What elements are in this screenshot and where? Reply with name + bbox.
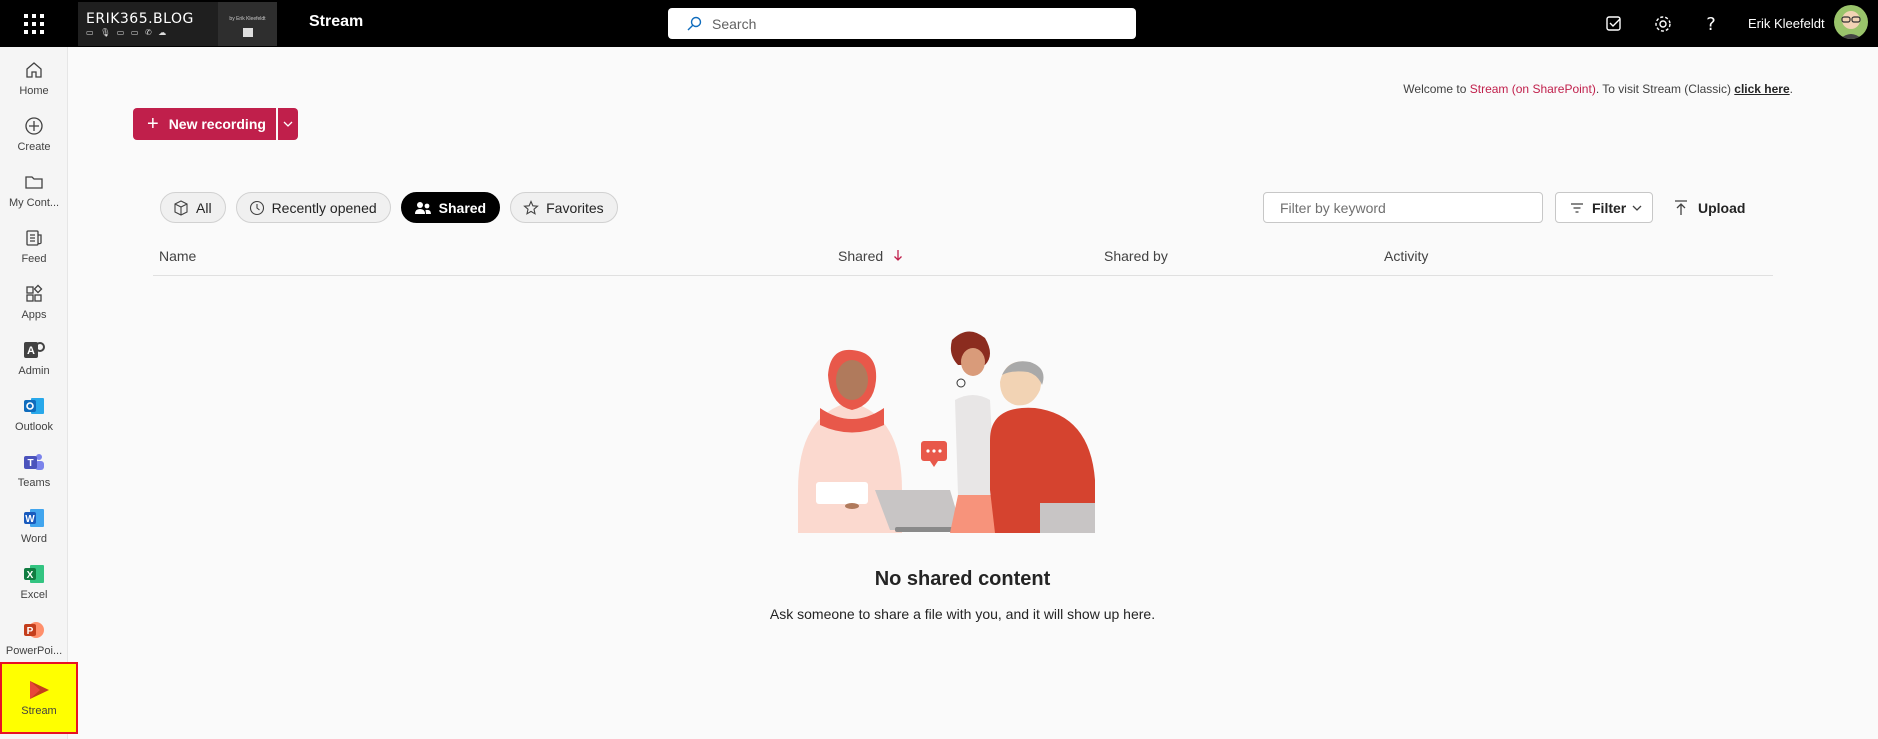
view-pills: All Recently opened Shared Favorites: [160, 192, 628, 223]
sort-descending-arrow-icon: [894, 250, 903, 261]
rail-item-apps[interactable]: Apps: [0, 276, 68, 330]
pill-all[interactable]: All: [160, 192, 226, 223]
welcome-message: Welcome to Stream (on SharePoint). To vi…: [1403, 82, 1793, 96]
empty-state-subtitle: Ask someone to share a file with you, an…: [769, 606, 1156, 622]
whats-new-icon[interactable]: [1601, 11, 1627, 37]
app-launcher-icon[interactable]: [22, 12, 46, 36]
column-header-activity[interactable]: Activity: [1384, 248, 1428, 264]
brand-logo[interactable]: ERIK365.BLOG ▭ 🎙 ▭ ▭ ✆ ☁ by Erik Kleefel…: [78, 2, 277, 46]
app-rail: Home Create My Cont... Feed Apps A Admin…: [0, 47, 78, 739]
rail-item-admin[interactable]: A Admin: [0, 332, 68, 386]
app-title[interactable]: Stream: [309, 13, 363, 31]
avatar[interactable]: [1834, 5, 1868, 39]
table-header: Name Shared Shared by Activity: [153, 246, 1773, 276]
svg-text:P: P: [27, 626, 34, 637]
filter-icon: [1571, 202, 1583, 213]
rail-item-stream[interactable]: Stream: [0, 662, 78, 734]
empty-state-illustration: [798, 331, 1095, 533]
column-header-name[interactable]: Name: [159, 248, 196, 264]
new-recording-dropdown-button[interactable]: [278, 108, 298, 140]
word-icon: W: [22, 506, 46, 530]
search-input[interactable]: [712, 15, 1112, 32]
brand-icons: ▭ 🎙 ▭ ▭ ✆ ☁: [86, 28, 169, 37]
apps-icon: [22, 282, 46, 306]
rail-item-create[interactable]: Create: [0, 108, 68, 162]
svg-text:?: ?: [1706, 14, 1716, 34]
folder-icon: [22, 170, 46, 194]
brand-sub: by Erik Kleefeldt: [229, 16, 266, 22]
svg-text:W: W: [25, 514, 35, 525]
pill-shared[interactable]: Shared: [400, 192, 501, 223]
rail-item-home[interactable]: Home: [0, 52, 68, 106]
settings-gear-icon[interactable]: [1650, 11, 1676, 37]
filter-button[interactable]: Filter: [1555, 192, 1653, 223]
rail-item-teams[interactable]: T Teams: [0, 444, 68, 498]
svg-text:A: A: [27, 345, 35, 357]
brand-badge-icon: [242, 28, 253, 37]
new-recording-button[interactable]: + New recording: [133, 108, 276, 140]
pill-favorites[interactable]: Favorites: [510, 192, 618, 223]
rail-item-feed[interactable]: Feed: [0, 220, 68, 274]
top-bar: ERIK365.BLOG ▭ 🎙 ▭ ▭ ✆ ☁ by Erik Kleefel…: [0, 0, 1878, 47]
plus-circle-icon: [22, 114, 46, 138]
user-name[interactable]: Erik Kleefeldt: [1748, 16, 1825, 31]
cube-icon: [174, 199, 188, 216]
filter-keyword-input[interactable]: [1263, 192, 1543, 223]
home-icon: [22, 58, 46, 82]
upload-button[interactable]: Upload: [1674, 192, 1745, 223]
people-icon: [414, 201, 431, 214]
search-icon: [687, 16, 702, 30]
classic-click-here-link[interactable]: click here: [1734, 82, 1789, 96]
column-header-shared-by[interactable]: Shared by: [1104, 248, 1168, 264]
chevron-down-icon: [283, 121, 293, 127]
svg-text:T: T: [27, 458, 33, 469]
column-header-shared[interactable]: Shared: [838, 248, 903, 264]
stream-icon: [27, 678, 51, 702]
chevron-down-icon: [1632, 205, 1642, 211]
new-recording-split-button: + New recording: [133, 108, 298, 140]
empty-state-title: No shared content: [874, 568, 1051, 590]
rail-item-word[interactable]: W Word: [0, 500, 68, 554]
clock-icon: [249, 200, 264, 215]
brand-title: ERIK365.BLOG: [86, 11, 194, 27]
rail-item-my-content[interactable]: My Cont...: [0, 164, 68, 218]
pill-recently-opened[interactable]: Recently opened: [235, 192, 391, 223]
admin-icon: A: [22, 338, 46, 362]
feed-icon: [22, 226, 46, 250]
rail-item-outlook[interactable]: Outlook: [0, 388, 68, 442]
outlook-icon: [22, 394, 46, 418]
upload-icon: [1675, 199, 1687, 215]
plus-icon: +: [147, 113, 159, 135]
search-box[interactable]: [668, 8, 1136, 39]
stream-sharepoint-text: Stream (on SharePoint): [1469, 82, 1596, 96]
teams-icon: T: [22, 450, 46, 474]
help-icon[interactable]: ?: [1698, 11, 1724, 37]
star-icon: [523, 199, 539, 215]
